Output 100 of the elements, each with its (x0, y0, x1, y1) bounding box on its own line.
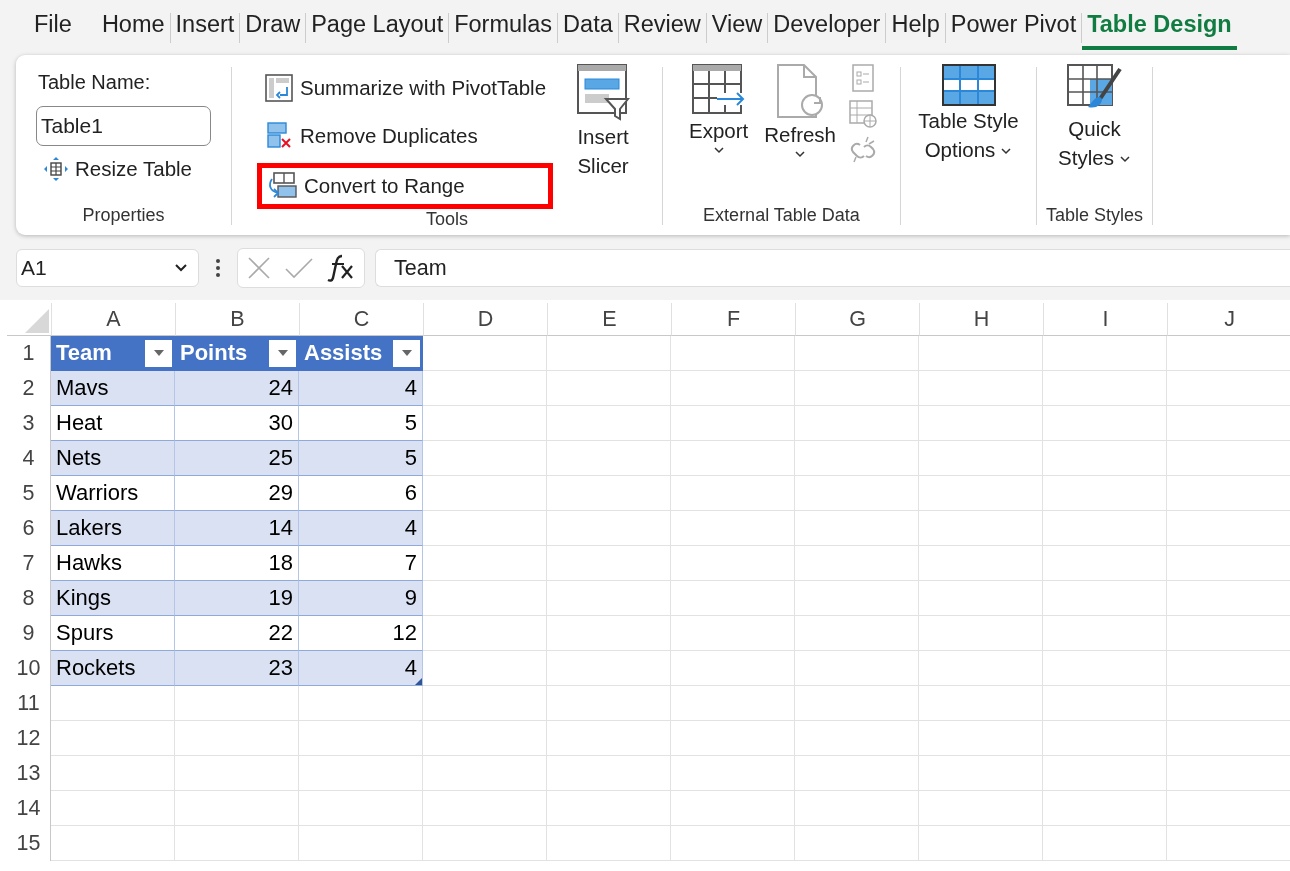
pivot-table-icon (263, 73, 294, 103)
table-cell: 30 (268, 410, 293, 435)
table-cell: 12 (392, 620, 417, 645)
row-header[interactable]: 15 (7, 826, 51, 861)
ribbon-tab[interactable]: File (29, 5, 77, 50)
ribbon-tab[interactable]: Formulas (449, 5, 558, 50)
ribbon-tab[interactable]: Home (96, 5, 170, 50)
more-options-icon[interactable] (215, 258, 221, 278)
dropdown-arrow-icon (277, 350, 288, 356)
group-label: Tools (426, 209, 468, 231)
table-cell: 4 (404, 375, 417, 400)
quick-styles-button[interactable]: Quick Styles (1050, 63, 1139, 173)
row-header[interactable]: 1 (7, 336, 51, 371)
refresh-button[interactable]: Refresh (760, 63, 840, 158)
chevron-down-icon (1118, 155, 1131, 164)
ribbon-tab[interactable]: Review (618, 5, 706, 50)
ribbon-tab[interactable]: Help (886, 5, 945, 50)
column-header[interactable]: C (299, 303, 423, 336)
row-header[interactable]: 10 (7, 651, 51, 686)
insert-function-icon[interactable] (326, 254, 356, 282)
export-button[interactable]: Export (685, 63, 753, 154)
resize-handle-icon[interactable] (415, 678, 422, 685)
row-header[interactable]: 9 (7, 616, 51, 651)
row-header[interactable]: 5 (7, 476, 51, 511)
formula-field[interactable]: Team (375, 249, 1290, 287)
row-header[interactable]: 11 (7, 686, 51, 721)
checkmark-icon[interactable] (284, 255, 314, 281)
dropdown-arrow-icon (401, 350, 412, 356)
column-header[interactable]: G (795, 303, 919, 336)
row-header[interactable]: 12 (7, 721, 51, 756)
table-cell: Lakers (56, 515, 123, 540)
slicer-icon (576, 63, 631, 123)
broken-link-icon (848, 135, 878, 163)
table-cell: Mavs (56, 375, 109, 400)
ribbon-tab[interactable]: Table Design (1082, 5, 1237, 50)
row-header[interactable]: 8 (7, 581, 51, 616)
row-header[interactable]: 13 (7, 756, 51, 791)
chevron-down-icon (1000, 147, 1013, 156)
ribbon-tab[interactable]: Developer (768, 5, 886, 50)
row-header[interactable]: 4 (7, 441, 51, 476)
table-cell: 18 (268, 550, 293, 575)
column-header[interactable]: B (175, 303, 299, 336)
row-header[interactable]: 2 (7, 371, 51, 406)
convert-to-range-button[interactable]: Convert to Range (256, 163, 554, 209)
column-header[interactable]: E (547, 303, 671, 336)
insert-slicer-button[interactable]: Insert Slicer (569, 63, 638, 181)
table-cell: 6 (404, 480, 417, 505)
table-style-options-button[interactable]: Table Style Options (908, 63, 1029, 165)
column-header[interactable]: A (51, 303, 175, 336)
table-cell: 22 (268, 620, 293, 645)
remove-duplicates-button[interactable]: Remove Duplicates (256, 115, 554, 157)
ribbon-tab[interactable]: Power Pivot (945, 5, 1082, 50)
table-style-icon (940, 63, 997, 107)
name-box[interactable]: A1 (16, 249, 199, 287)
filter-dropdown-button[interactable] (269, 339, 296, 367)
group-label: Table Styles (1045, 205, 1144, 227)
table-cell: 14 (268, 515, 293, 540)
table-header-cell-text: Points (180, 339, 248, 367)
table-cell: Kings (56, 585, 112, 610)
filter-dropdown-button[interactable] (393, 339, 420, 367)
table-cell: 9 (404, 585, 417, 610)
row-header[interactable]: 3 (7, 406, 51, 441)
column-header[interactable]: F (671, 303, 795, 336)
table-cell: Hawks (56, 550, 122, 575)
table-cell: 7 (404, 550, 417, 575)
ribbon-tab[interactable]: Insert (170, 5, 240, 50)
ribbon-tab[interactable]: View (706, 5, 768, 50)
ribbon-tab[interactable]: Draw (240, 5, 306, 50)
table-cell: 29 (268, 480, 293, 505)
table-name-label: Table Name: (38, 71, 152, 94)
column-header[interactable]: D (423, 303, 547, 336)
chevron-down-icon (794, 149, 807, 158)
table-cell: 4 (404, 655, 417, 680)
ribbon-tab[interactable]: Page Layout (306, 5, 449, 50)
column-header[interactable]: I (1043, 303, 1167, 336)
resize-table-button[interactable]: Resize Table (36, 150, 211, 188)
table-cell: 5 (404, 410, 417, 435)
table-cell: 23 (268, 655, 293, 680)
resize-table-icon (43, 156, 69, 182)
row-header[interactable]: 7 (7, 546, 51, 581)
table-header-cell-text: Assists (304, 339, 383, 367)
chevron-down-icon (712, 145, 725, 154)
row-header[interactable]: 14 (7, 791, 51, 826)
table-cell: 25 (268, 445, 293, 470)
table-name-field[interactable]: Table1 (36, 106, 211, 146)
table-cell: 4 (404, 515, 417, 540)
table-cell: Nets (56, 445, 102, 470)
filter-dropdown-button[interactable] (145, 339, 172, 367)
table-cell: Spurs (56, 620, 114, 645)
properties-list-icon (851, 63, 875, 93)
table-cell: Rockets (56, 655, 136, 680)
row-header[interactable]: 6 (7, 511, 51, 546)
summarize-pivottable-button[interactable]: Summarize with PivotTable (256, 67, 554, 109)
table-cell: 19 (268, 585, 293, 610)
column-header[interactable]: J (1167, 303, 1290, 336)
ribbon-tab[interactable]: Data (558, 5, 618, 50)
table-header-cell-text: Team (56, 339, 112, 367)
table-cell: 5 (404, 445, 417, 470)
column-header[interactable]: H (919, 303, 1043, 336)
group-label: External Table Data (703, 205, 860, 227)
